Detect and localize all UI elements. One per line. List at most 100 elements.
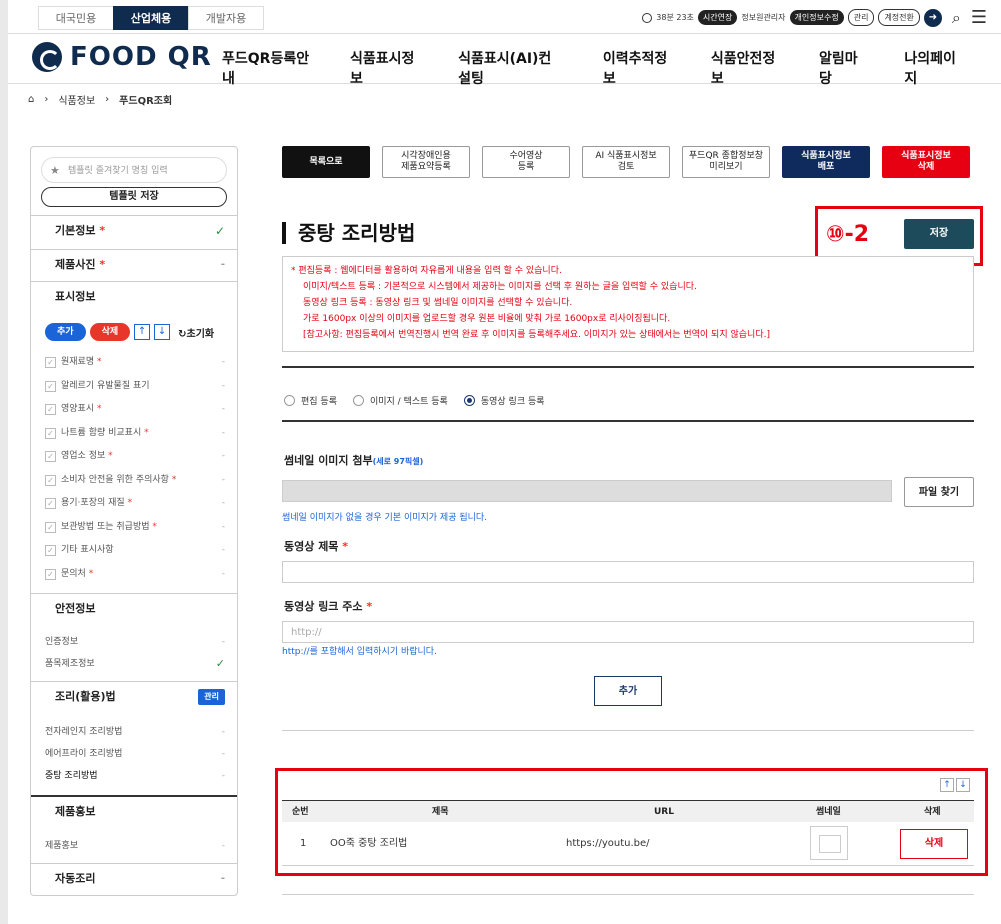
manage-button[interactable]: 관리 (198, 689, 225, 705)
section-label: 조리(활용)법 (55, 690, 116, 703)
sidebar-section-safety[interactable]: 안전정보 (31, 593, 237, 623)
sidebar-section-promo[interactable]: 제품홍보 (31, 795, 237, 825)
sidebar-section-cooking[interactable]: 조리(활용)법 관리 (31, 681, 237, 711)
site-logo[interactable]: FOOD QR (32, 42, 212, 72)
home-icon[interactable]: ⌂ (28, 94, 34, 105)
arrow-up-icon[interactable]: ↑ (134, 324, 151, 340)
menu-icon[interactable]: ☰ (971, 7, 987, 28)
extend-session-button[interactable]: 시간연장 (697, 10, 738, 25)
arrow-down-icon[interactable]: ↓ (154, 324, 171, 340)
sidebar-item-double-boil[interactable]: 중탕 조리방법 - (45, 765, 225, 787)
site-tab-developer[interactable]: 개발자용 (188, 6, 264, 30)
checkbox-icon[interactable]: ✓ (45, 568, 56, 580)
register-type-radios: 편집 등록 이미지 / 텍스트 등록 동영상 링크 등록 (284, 394, 545, 407)
add-video-button[interactable]: 추가 (594, 676, 662, 706)
sidebar-item-promo[interactable]: 제품홍보 - (45, 835, 225, 857)
account-switch-button[interactable]: 계정전환 (878, 9, 920, 26)
privacy-edit-button[interactable]: 개인정보수정 (789, 10, 844, 25)
add-item-button[interactable]: 추가 (45, 323, 86, 341)
item-label: 에어프라이 조리방법 (45, 749, 123, 759)
admin-button[interactable]: 관리 (847, 9, 875, 26)
thumbnail-file-field[interactable] (282, 480, 892, 502)
visually-impaired-summary-button[interactable]: 시각장애인용 제품요약등록 (382, 146, 470, 178)
radio-edit[interactable]: 편집 등록 (284, 394, 337, 407)
item-label: 보관방법 또는 취급방법 (61, 521, 150, 532)
checkbox-icon[interactable]: ✓ (45, 474, 56, 486)
dash-icon: - (221, 749, 225, 759)
checkbox-icon[interactable]: ✓ (45, 451, 56, 462)
checkbox-icon[interactable]: ✓ (45, 380, 56, 392)
site-tab-industry[interactable]: 산업체용 (113, 6, 189, 30)
sidebar-item[interactable]: ✓ 문의처 * - (45, 563, 225, 587)
save-button[interactable]: 저장 (904, 219, 974, 249)
sidebar-item[interactable]: ✓ 원재료명 * - (45, 351, 225, 375)
sidebar-item[interactable]: ✓ 영양표시 * - (45, 398, 225, 422)
publish-button[interactable]: 식품표시정보 배포 (782, 146, 870, 178)
sidebar-item[interactable]: ✓ 소비자 안전을 위한 주의사항 * - (45, 469, 225, 493)
dash-icon: - (221, 568, 225, 579)
site-tab-public[interactable]: 대국민용 (38, 6, 114, 30)
nav-item-mypage[interactable]: 나의페이지 (904, 48, 961, 88)
checkbox-icon[interactable]: ✓ (45, 404, 56, 415)
delete-label-button[interactable]: 식품표시정보 삭제 (882, 146, 970, 178)
nav-item-ai-consulting[interactable]: 식품표시(AI)컨설팅 (458, 48, 563, 88)
sidebar-item[interactable]: ✓ 보관방법 또는 취급방법 * - (45, 516, 225, 540)
checkbox-icon[interactable]: ✓ (45, 357, 56, 368)
notice-line: * 편집등록 : 웹에디터를 활용하여 자유롭게 내용을 입력 할 수 있습니다… (291, 266, 562, 276)
label-note: (세로 97픽셀) (372, 457, 424, 466)
required-mark: * (127, 498, 133, 508)
sidebar-item-certification[interactable]: 인증정보 - (45, 631, 225, 653)
ai-review-button[interactable]: AI 식품표시정보 검토 (582, 146, 670, 178)
file-browse-button[interactable]: 파일 찾기 (904, 477, 974, 507)
nav-item-notice[interactable]: 알림마당 (819, 48, 864, 88)
template-save-button[interactable]: 템플릿 저장 (41, 187, 227, 207)
arrow-up-icon[interactable]: ↑ (940, 778, 954, 792)
back-to-list-button[interactable]: 목록으로 (282, 146, 370, 178)
sidebar-item[interactable]: ✓ 용기·포장의 재질 * - (45, 492, 225, 516)
breadcrumb-item[interactable]: 식품정보 (58, 92, 95, 107)
sidebar-item[interactable]: ✓ 영업소 정보 * - (45, 445, 225, 469)
sidebar-item[interactable]: ✓ 나트륨 함량 비교표시 * - (45, 422, 225, 446)
logout-icon[interactable]: ➜ (923, 8, 942, 27)
sidebar-section-photo[interactable]: 제품사진 * - (31, 249, 237, 279)
template-name-input[interactable]: ★ 템플릿 즐겨찾기 명칭 입력 (41, 157, 227, 183)
delete-item-button[interactable]: 삭제 (89, 323, 131, 341)
sort-buttons: ↑ ↓ (940, 778, 970, 792)
nav-item-foodqr-guide[interactable]: 푸드QR등록안내 (222, 48, 310, 88)
nav-item-food-safety[interactable]: 식품안전정보 (711, 48, 779, 88)
sidebar-item[interactable]: ✓ 기타 표시사항 - (45, 539, 225, 563)
dash-icon: - (221, 545, 225, 555)
session-timer: 38분 23초 (656, 13, 694, 22)
radio-image-text[interactable]: 이미지 / 텍스트 등록 (352, 394, 448, 407)
preview-button[interactable]: 푸드QR 종합정보창 미리보기 (682, 146, 770, 178)
delete-row-button[interactable]: 삭제 (900, 829, 968, 859)
sidebar-section-basic[interactable]: 기본정보 * ✓ (31, 215, 237, 245)
sidebar-item-microwave[interactable]: 전자레인지 조리방법 - (45, 721, 225, 743)
sign-language-video-button[interactable]: 수어영상 등록 (482, 146, 570, 178)
nav-item-label-info[interactable]: 식품표시정보 (350, 48, 418, 88)
nav-item-traceability[interactable]: 이력추적정보 (603, 48, 671, 88)
checkbox-icon[interactable]: ✓ (45, 521, 56, 533)
item-label: 전자레인지 조리방법 (45, 727, 123, 737)
checkbox-icon[interactable]: ✓ (45, 498, 56, 509)
sidebar-section-auto[interactable]: 자동조리 - (31, 863, 237, 893)
checkbox-icon[interactable]: ✓ (45, 545, 56, 556)
sidebar-section-display[interactable]: 표시정보 (31, 281, 237, 311)
video-link-input[interactable]: http:// (282, 621, 974, 643)
sidebar-item-airfryer[interactable]: 에어프라이 조리방법 - (45, 743, 225, 765)
item-label: 인증정보 (45, 637, 79, 647)
check-icon: ✓ (215, 657, 225, 670)
checkbox-icon[interactable]: ✓ (45, 427, 56, 439)
divider (282, 894, 974, 895)
radio-video-link[interactable]: 동영상 링크 등록 (463, 394, 545, 407)
section-label: 자동조리 (55, 872, 96, 885)
search-icon[interactable]: ⌕ (952, 8, 961, 28)
video-title-input[interactable] (282, 561, 974, 583)
link-help: http://를 포함해서 입력하시기 바랍니다. (282, 647, 437, 657)
reset-button[interactable]: ↻초기화 (178, 325, 214, 340)
sidebar-item-manufacture[interactable]: 품목제조정보 ✓ (45, 653, 225, 675)
dash-icon: - (221, 474, 225, 485)
arrow-down-icon[interactable]: ↓ (956, 778, 970, 792)
sidebar-item[interactable]: ✓ 알레르기 유발물질 표기 - (45, 375, 225, 399)
required-mark: * (108, 451, 113, 461)
